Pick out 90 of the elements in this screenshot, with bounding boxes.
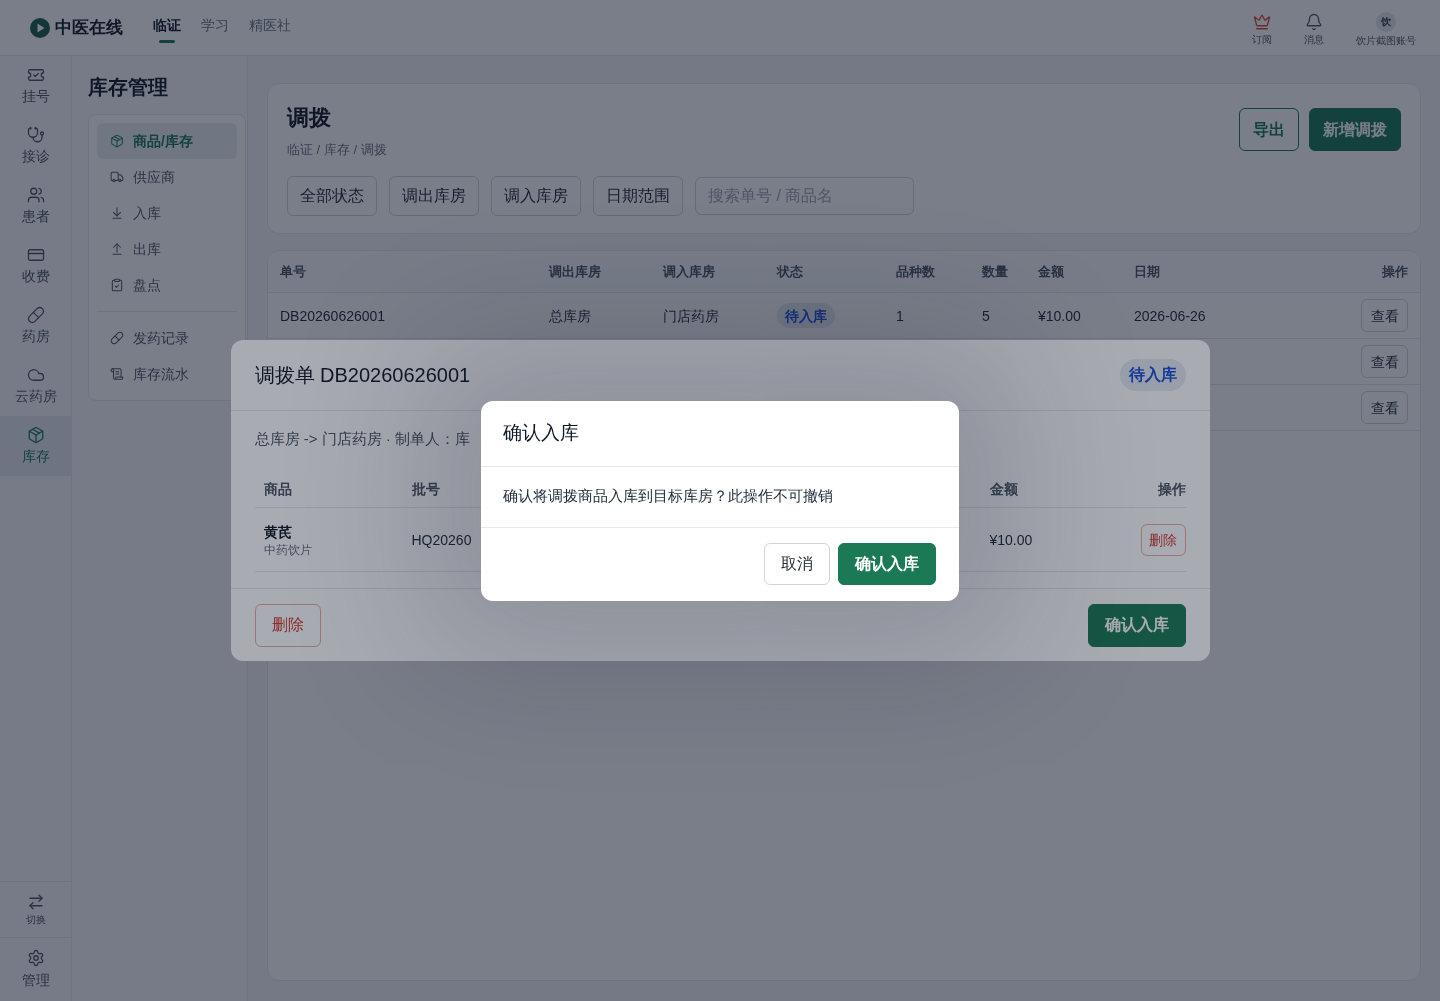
rail-item[interactable]: 药房 — [21, 306, 50, 346]
cancel-button[interactable]: 取消 — [764, 543, 830, 585]
nav-item[interactable]: 入库 — [110, 203, 161, 223]
column-header: 单号 — [280, 262, 306, 281]
table-cell-text: ¥10.00 — [1038, 306, 1081, 326]
cloud-icon — [26, 366, 45, 384]
table-cell-text: 总库房 — [549, 306, 591, 326]
nav-item[interactable]: 供应商 — [110, 167, 175, 187]
filter-dropdown[interactable]: 调出库房 — [389, 176, 479, 216]
logo-text: 中医在线 — [55, 16, 123, 39]
filter-dropdown[interactable]: 日期范围 — [593, 176, 683, 216]
table-cell-text: DB20260626001 — [280, 306, 386, 326]
transfer-summary: 总库房 -> 门店药房 · 制单人：库 — [254, 429, 470, 449]
settings-button[interactable]: 管理 — [21, 949, 50, 990]
table-cell-text: 1 — [896, 306, 904, 326]
rail-item[interactable]: 接诊 — [21, 126, 50, 166]
rail-item[interactable]: 患者 — [21, 186, 50, 226]
pill-icon — [26, 306, 45, 324]
product-name: 黄芪 — [263, 522, 292, 542]
view-button[interactable]: 查看 — [1361, 391, 1408, 424]
filter-dropdown[interactable]: 调入库房 — [491, 176, 581, 216]
product-category: 中药饮片 — [263, 541, 312, 558]
clipboard-check-icon — [110, 278, 124, 292]
column-header: 品种数 — [896, 262, 935, 281]
rail-item[interactable]: 挂号 — [21, 66, 50, 106]
rail-item[interactable]: 收费 — [21, 246, 50, 286]
crown-icon — [1253, 13, 1271, 31]
box-icon — [110, 134, 124, 148]
confirm-button[interactable]: 确认入库 — [1087, 603, 1186, 647]
table-cell-text: 5 — [982, 306, 990, 326]
rail-item[interactable]: 库存 — [0, 416, 71, 476]
ticket-icon — [26, 66, 45, 84]
switch-button[interactable]: 切换 — [25, 893, 46, 926]
nav-tab[interactable]: 临证 — [153, 14, 181, 43]
delete-button[interactable]: 删除 — [254, 603, 321, 647]
users-icon — [26, 186, 45, 204]
dialog-message: 确认将调拨商品入库到目标库房？此操作不可撤销 — [503, 486, 833, 507]
view-button[interactable]: 查看 — [1361, 299, 1408, 332]
table-cell-text: 门店药房 — [663, 306, 719, 326]
column-header: 商品 — [263, 479, 292, 499]
column-header: 调入库房 — [663, 262, 715, 281]
column-header: 操作 — [1157, 479, 1186, 499]
scroll-icon — [110, 367, 124, 381]
section-title: 库存管理 — [88, 75, 168, 100]
account-name: 饮片截图账号 — [1356, 35, 1416, 47]
delete-button[interactable]: 删除 — [1140, 523, 1186, 556]
box-icon — [26, 426, 45, 444]
messages-button[interactable]: 消息 — [1304, 9, 1324, 46]
nav-tab[interactable]: 学习 — [201, 14, 229, 43]
arrow-down-icon — [110, 206, 124, 220]
column-header: 状态 — [777, 262, 803, 281]
stethoscope-icon — [26, 126, 45, 144]
status-badge: 待入库 — [1119, 359, 1186, 391]
status-badge: 待入库 — [777, 303, 835, 328]
truck-icon — [110, 170, 124, 184]
bell-icon — [1305, 13, 1323, 31]
rail-item[interactable]: 云药房 — [14, 366, 57, 406]
column-header: 批号 — [411, 479, 440, 499]
column-header: 金额 — [1038, 262, 1064, 281]
column-header: 金额 — [989, 479, 1018, 499]
column-header: 调出库房 — [549, 262, 601, 281]
page-title: 调拨 — [287, 104, 331, 132]
nav-item[interactable]: 盘点 — [110, 275, 161, 295]
pill-icon — [110, 331, 124, 345]
settings-icon — [26, 949, 45, 967]
export-button[interactable]: 导出 — [1239, 108, 1299, 151]
card-icon — [26, 246, 45, 264]
nav-tab[interactable]: 精医社 — [249, 14, 291, 43]
user-avatar[interactable]: 饮 — [1376, 12, 1396, 32]
filter-dropdown[interactable]: 全部状态 — [287, 176, 377, 216]
logo-icon — [30, 17, 50, 38]
column-header: 数量 — [982, 262, 1008, 281]
confirm-button[interactable]: 确认入库 — [838, 543, 936, 585]
column-header: 操作 — [1382, 262, 1408, 281]
nav-item[interactable]: 出库 — [110, 239, 161, 259]
dialog-title: 确认入库 — [503, 420, 579, 445]
table-cell-text: HQ20260 — [411, 530, 472, 550]
table-cell-text: 2026-06-26 — [1134, 306, 1206, 326]
arrow-up-icon — [110, 242, 124, 256]
subscribe-button[interactable]: 订阅 — [1252, 9, 1272, 46]
nav-item[interactable]: 发药记录 — [110, 328, 189, 348]
view-button[interactable]: 查看 — [1361, 345, 1408, 378]
breadcrumb: 临证 / 库存 / 调拨 — [287, 143, 387, 157]
nav-item[interactable]: 库存流水 — [110, 364, 189, 384]
swap-arrows-icon — [26, 893, 45, 911]
nav-item[interactable]: 商品/库存 — [97, 123, 237, 159]
new-transfer-button[interactable]: 新增调拨 — [1309, 108, 1401, 151]
column-header: 日期 — [1134, 262, 1160, 281]
dialog-title: 调拨单 DB20260626001 — [254, 363, 471, 388]
table-cell-text: ¥10.00 — [989, 530, 1033, 550]
